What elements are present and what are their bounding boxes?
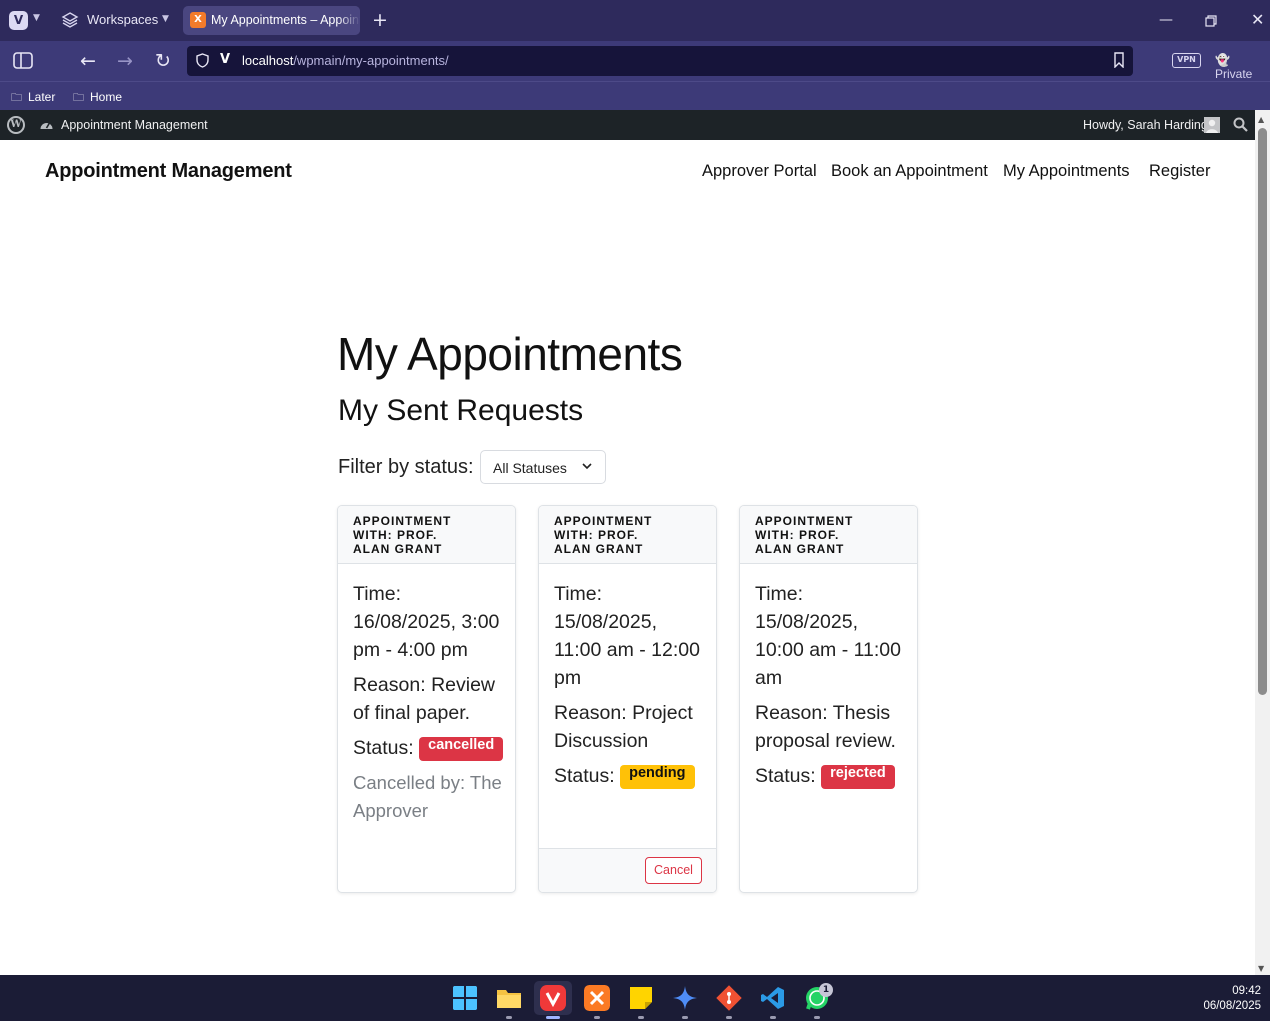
forward-icon[interactable]: → [117, 50, 133, 72]
filter-label: Filter by status: [338, 456, 474, 478]
scroll-up-icon[interactable]: ▲ [1258, 115, 1264, 124]
card-footer: Cancel [539, 848, 716, 892]
howdy-user-menu[interactable]: Howdy, Sarah Harding [1083, 118, 1208, 132]
reason-label: Reason: [554, 702, 627, 724]
browser-tab-bar: V ▼ Workspaces ▼ X My Appointments – App… [0, 0, 1270, 41]
status-label: Status: [353, 737, 414, 759]
time-label: Time: [755, 583, 804, 605]
workspaces-icon[interactable] [61, 11, 79, 29]
chevron-down-icon[interactable]: ▼ [162, 14, 169, 24]
notification-badge: 1 [819, 983, 833, 997]
windows-taskbar: 1 09:42 06/08/2025 [0, 975, 1270, 1021]
status-badge: cancelled [419, 736, 504, 761]
dashboard-icon[interactable] [39, 118, 54, 132]
card-header: Appointment with: Prof. Alan Grant [338, 506, 515, 564]
gemini-icon[interactable] [672, 985, 698, 1011]
xampp-icon[interactable] [584, 985, 610, 1011]
scrollbar-thumb[interactable] [1258, 128, 1267, 695]
appointment-card: Appointment with: Prof. Alan Grant Time:… [337, 505, 516, 893]
windows-start-icon[interactable] [452, 985, 478, 1011]
status-label: Status: [755, 765, 816, 787]
workspaces-button[interactable]: Workspaces [87, 12, 158, 27]
tab-my-appointments[interactable]: X My Appointments – Appointment Manageme… [183, 6, 360, 35]
bookmark-later[interactable]: 🗀 Later [11, 89, 55, 108]
bookmarks-bar: 🗀 Later 🗀 Home [0, 81, 1270, 110]
status-filter-select[interactable]: All Statuses [480, 450, 606, 484]
ghost-icon: 👻 [1215, 53, 1230, 67]
site-title[interactable]: Appointment Management [45, 160, 292, 183]
status-badge: pending [620, 764, 695, 789]
close-icon[interactable]: ✕ [1251, 10, 1264, 29]
vscode-icon[interactable] [760, 985, 786, 1011]
cancelled-by-note: Cancelled by: The Approver [353, 772, 502, 821]
section-title: My Sent Requests [338, 394, 584, 427]
system-clock[interactable]: 09:42 06/08/2025 [1203, 984, 1261, 1014]
shield-icon[interactable] [196, 53, 209, 68]
admin-bar-site-name[interactable]: Appointment Management [61, 118, 208, 132]
scroll-down-icon[interactable]: ▼ [1258, 964, 1264, 973]
card-header: Appointment with: Prof. Alan Grant [740, 506, 917, 564]
sticky-notes-icon[interactable] [628, 985, 654, 1011]
card-body: Time: 15/08/2025, 11:00 am - 12:00 pm Re… [554, 580, 706, 797]
nav-my-appointments[interactable]: My Appointments [1003, 162, 1130, 181]
appointment-card: Appointment with: Prof. Alan Grant Time:… [538, 505, 717, 893]
bookmark-icon[interactable] [1113, 52, 1125, 68]
reason-label: Reason: [755, 702, 828, 724]
nav-approver-portal[interactable]: Approver Portal [702, 162, 817, 181]
bookmark-home[interactable]: 🗀 Home [73, 89, 122, 108]
time-value: 15/08/2025, 11:00 am - 12:00 pm [554, 611, 700, 689]
page-title: My Appointments [337, 328, 683, 380]
private-indicator: 👻 Private [1215, 53, 1253, 81]
new-tab-button[interactable]: + [372, 9, 388, 31]
vpn-button[interactable]: VPN [1172, 53, 1201, 68]
card-body: Time: 15/08/2025, 10:00 am - 11:00 am Re… [755, 580, 907, 797]
appointment-card: Appointment with: Prof. Alan Grant Time:… [739, 505, 918, 893]
status-badge: rejected [821, 764, 895, 789]
folder-icon: 🗀 [73, 92, 84, 104]
url-text[interactable]: localhost/wpmain/my-appointments/ [242, 53, 449, 68]
back-icon[interactable]: ← [80, 50, 96, 72]
nav-register[interactable]: Register [1149, 162, 1210, 181]
time-label: Time: [554, 583, 603, 605]
minimize-icon[interactable]: — [1159, 12, 1173, 28]
status-label: Status: [554, 765, 615, 787]
vivaldi-site-icon: V [220, 52, 231, 67]
time-value: 15/08/2025, 10:00 am - 11:00 am [755, 611, 901, 689]
cancel-appointment-button[interactable]: Cancel [645, 857, 702, 884]
vivaldi-menu-icon[interactable]: V [9, 11, 28, 30]
card-header: Appointment with: Prof. Alan Grant [539, 506, 716, 564]
search-icon[interactable] [1233, 117, 1248, 132]
reason-label: Reason: [353, 674, 426, 696]
restore-icon[interactable] [1205, 15, 1217, 27]
status-filter-value: All Statuses [493, 460, 567, 476]
page-scrollbar[interactable]: ▲ ▼ [1255, 110, 1270, 975]
file-explorer-icon[interactable] [496, 985, 522, 1011]
nav-book-appointment[interactable]: Book an Appointment [831, 162, 988, 181]
card-body: Time: 16/08/2025, 3:00 pm - 4:00 pm Reas… [353, 580, 505, 832]
vivaldi-icon[interactable] [540, 985, 566, 1011]
avatar[interactable] [1204, 117, 1220, 133]
wp-admin-bar: W Appointment Management Howdy, Sarah Ha… [0, 110, 1270, 140]
git-icon[interactable] [716, 985, 742, 1011]
xampp-favicon-icon: X [190, 12, 206, 28]
chevron-down-icon[interactable]: ▼ [33, 13, 40, 23]
reload-icon[interactable]: ↻ [155, 50, 171, 72]
wordpress-logo-icon[interactable]: W [7, 116, 25, 134]
url-field[interactable]: V localhost/wpmain/my-appointments/ [187, 46, 1133, 76]
chevron-down-icon [582, 463, 592, 470]
sidebar-toggle-icon[interactable] [13, 52, 33, 70]
time-label: Time: [353, 583, 402, 605]
address-bar-row: ← → ↻ V localhost/wpmain/my-appointments… [0, 41, 1270, 81]
time-value: 16/08/2025, 3:00 pm - 4:00 pm [353, 611, 500, 661]
folder-icon: 🗀 [11, 92, 22, 104]
